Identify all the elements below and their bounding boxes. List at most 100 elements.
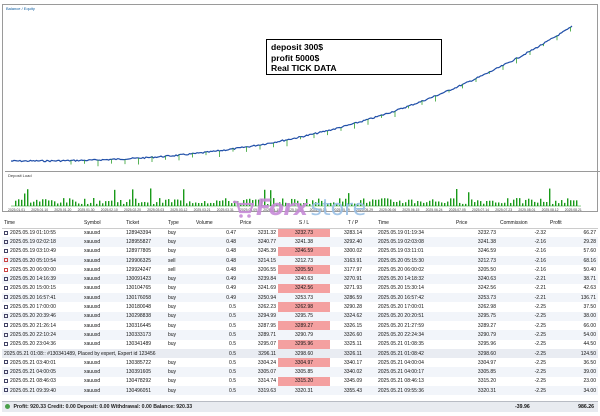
load-bar <box>540 198 542 206</box>
column-header[interactable]: Price <box>238 219 278 229</box>
load-bar <box>456 189 458 206</box>
cell-profit: 36.50 <box>583 359 596 366</box>
date-tick-label: 2025.08.21 <box>564 208 582 212</box>
cell-volume: 0.48 <box>194 255 238 266</box>
load-bar <box>210 202 212 206</box>
cell-stop-loss: 3295.75 <box>278 311 330 321</box>
cell-time: 2025.05.21 04:00:05 <box>2 367 82 377</box>
buy-order-icon <box>4 332 8 337</box>
cell-stop-loss: 3320.31 <box>278 386 330 396</box>
cell-close-time: 2025.05.20 20:20:51 <box>376 311 454 321</box>
cell-take-profit: 3345.09 <box>343 378 363 385</box>
cell-close-time: 2025.05.19 01:19:34 <box>378 229 424 236</box>
table-row[interactable]: 2025.05.19 01:10:55 xauusd 128943394 buy 0.4… <box>2 228 598 238</box>
load-bar <box>570 200 572 206</box>
load-bar <box>459 202 461 206</box>
cell-profit: 38.71 <box>548 274 598 284</box>
table-row[interactable]: 2025.05.19 03:10:49 xauusd 128977805 buy 0.4… <box>2 246 598 256</box>
load-bar <box>573 200 575 206</box>
load-bar <box>204 201 206 206</box>
table-row[interactable]: 2025.05.20 14:16:39 xauusd 130091423 buy 0.4… <box>2 274 598 284</box>
table-row[interactable]: 2025.05.20 17:00:00 xauusd 130180048 buy 0.5… <box>2 302 598 312</box>
table-row[interactable]: 2025.05.20 15:00:15 xauusd 130104765 buy 0.4… <box>2 283 598 294</box>
cell-symbol: xauusd <box>82 293 124 303</box>
watermark-brand: Forx <box>256 196 308 221</box>
table-row[interactable]: 2025.05.21 09:39:40 xauusd 130496051 buy 0.5… <box>2 386 598 396</box>
column-header[interactable]: S / L <box>278 219 330 229</box>
load-bar <box>24 193 26 206</box>
load-bar <box>513 199 515 206</box>
cell-time: 2025.05.20 14:16:39 <box>2 274 82 284</box>
cell-close-time: 2025.05.20 21:27:59 <box>378 322 424 329</box>
column-header[interactable]: T / P <box>330 219 376 229</box>
load-bar <box>54 201 56 206</box>
load-bar <box>21 199 23 206</box>
column-header[interactable]: Price <box>454 219 498 229</box>
column-header[interactable]: Commission <box>498 219 548 229</box>
cell-commission: -2.25 <box>498 311 548 321</box>
load-bar <box>420 201 422 206</box>
column-header[interactable]: Profit <box>548 219 598 229</box>
column-header[interactable]: Time <box>376 219 454 229</box>
load-bar <box>168 199 170 206</box>
load-bar <box>126 202 128 206</box>
load-bar <box>555 200 557 206</box>
cell-symbol: xauusd <box>84 248 101 255</box>
table-row[interactable]: 2025.05.20 22:10:24 xauusd 130333173 buy 0.5… <box>2 330 598 340</box>
load-bar <box>384 198 386 206</box>
table-row[interactable]: 2025.05.20 23:04:36 xauusd 130341489 buy 0.5… <box>2 339 598 349</box>
table-row[interactable]: 2025.05.20 20:39:46 xauusd 130298838 buy 0.5… <box>2 311 598 321</box>
cell-close-price: 3295.96 <box>477 341 496 348</box>
table-row[interactable]: 2025.05.21 04:00:05 xauusd 130391605 buy 0.5… <box>2 367 598 377</box>
load-bar <box>567 198 569 206</box>
load-bar <box>477 200 479 206</box>
load-bar <box>486 201 488 206</box>
cell-type: buy <box>168 359 177 366</box>
date-tick-label: 2025.06.15 <box>402 208 420 212</box>
cell-symbol: xauusd <box>84 266 101 273</box>
cell-time: 2025.05.20 15:00:15 <box>2 284 82 293</box>
column-header[interactable]: Type <box>166 219 194 229</box>
load-bar <box>189 201 191 206</box>
column-header[interactable]: Ticket <box>124 219 166 229</box>
load-bar <box>504 202 506 206</box>
column-header[interactable]: Volume <box>194 219 238 229</box>
cell-stop-loss: 3315.20 <box>278 376 330 387</box>
load-bar <box>405 202 407 206</box>
date-tick-label: 2025.02.20 <box>124 208 141 212</box>
table-row[interactable]: 2025.05.21 08:46:03 xauusd 130478292 buy 0.5… <box>2 376 598 387</box>
cell-profit: 39.00 <box>548 367 598 377</box>
load-bar <box>525 199 527 206</box>
load-bar <box>78 203 80 206</box>
cell-volume: 0.5 <box>194 311 238 321</box>
cell-symbol: xauusd <box>84 341 101 348</box>
table-row[interactable]: 2025.05.21 03:40:01 xauusd 130385722 buy 0.5… <box>2 358 598 368</box>
cell-profit: 44.50 <box>583 341 596 348</box>
buy-order-icon <box>4 248 8 253</box>
table-row[interactable]: 2025.05.20 06:00:00 xauusd 129924247 sell 0.… <box>2 265 598 275</box>
cell-ticket: 128955827 <box>124 237 166 247</box>
column-header[interactable]: Symbol <box>82 219 124 229</box>
load-bar <box>414 203 416 206</box>
date-tick-label: 2025.01.01 <box>8 208 25 212</box>
load-bar <box>129 199 131 206</box>
table-row[interactable]: 2025.05.20 21:26:14 xauusd 130316445 buy 0.5… <box>2 320 598 331</box>
load-bar <box>516 198 518 206</box>
cell-symbol: xauusd <box>82 367 124 377</box>
load-bar <box>441 202 443 206</box>
table-row[interactable]: 2025.05.21 01:08:: #130341489, Placed by… <box>2 348 598 359</box>
load-bar <box>228 200 230 206</box>
load-bar <box>117 202 119 206</box>
cell-stop-loss: 3212.73 <box>278 255 330 266</box>
cell-take-profit: 3286.59 <box>330 293 376 303</box>
load-bar <box>27 189 29 206</box>
table-row[interactable]: 2025.05.19 02:02:18 xauusd 128955827 buy 0.4… <box>2 237 598 247</box>
cell-stop-loss: 3289.27 <box>278 320 330 331</box>
cell-close-price: 3320.31 <box>454 386 498 396</box>
cell-volume: 0.5 <box>194 367 238 377</box>
table-row[interactable]: 2025.05.20 16:57:41 xauusd 130176058 buy 0.4… <box>2 293 598 303</box>
table-row[interactable]: 2025.05.20 05:10:54 xauusd 129906325 sell 0.… <box>2 255 598 266</box>
load-bar <box>60 202 62 206</box>
column-header[interactable]: Time <box>2 219 82 229</box>
load-bar <box>411 199 413 206</box>
